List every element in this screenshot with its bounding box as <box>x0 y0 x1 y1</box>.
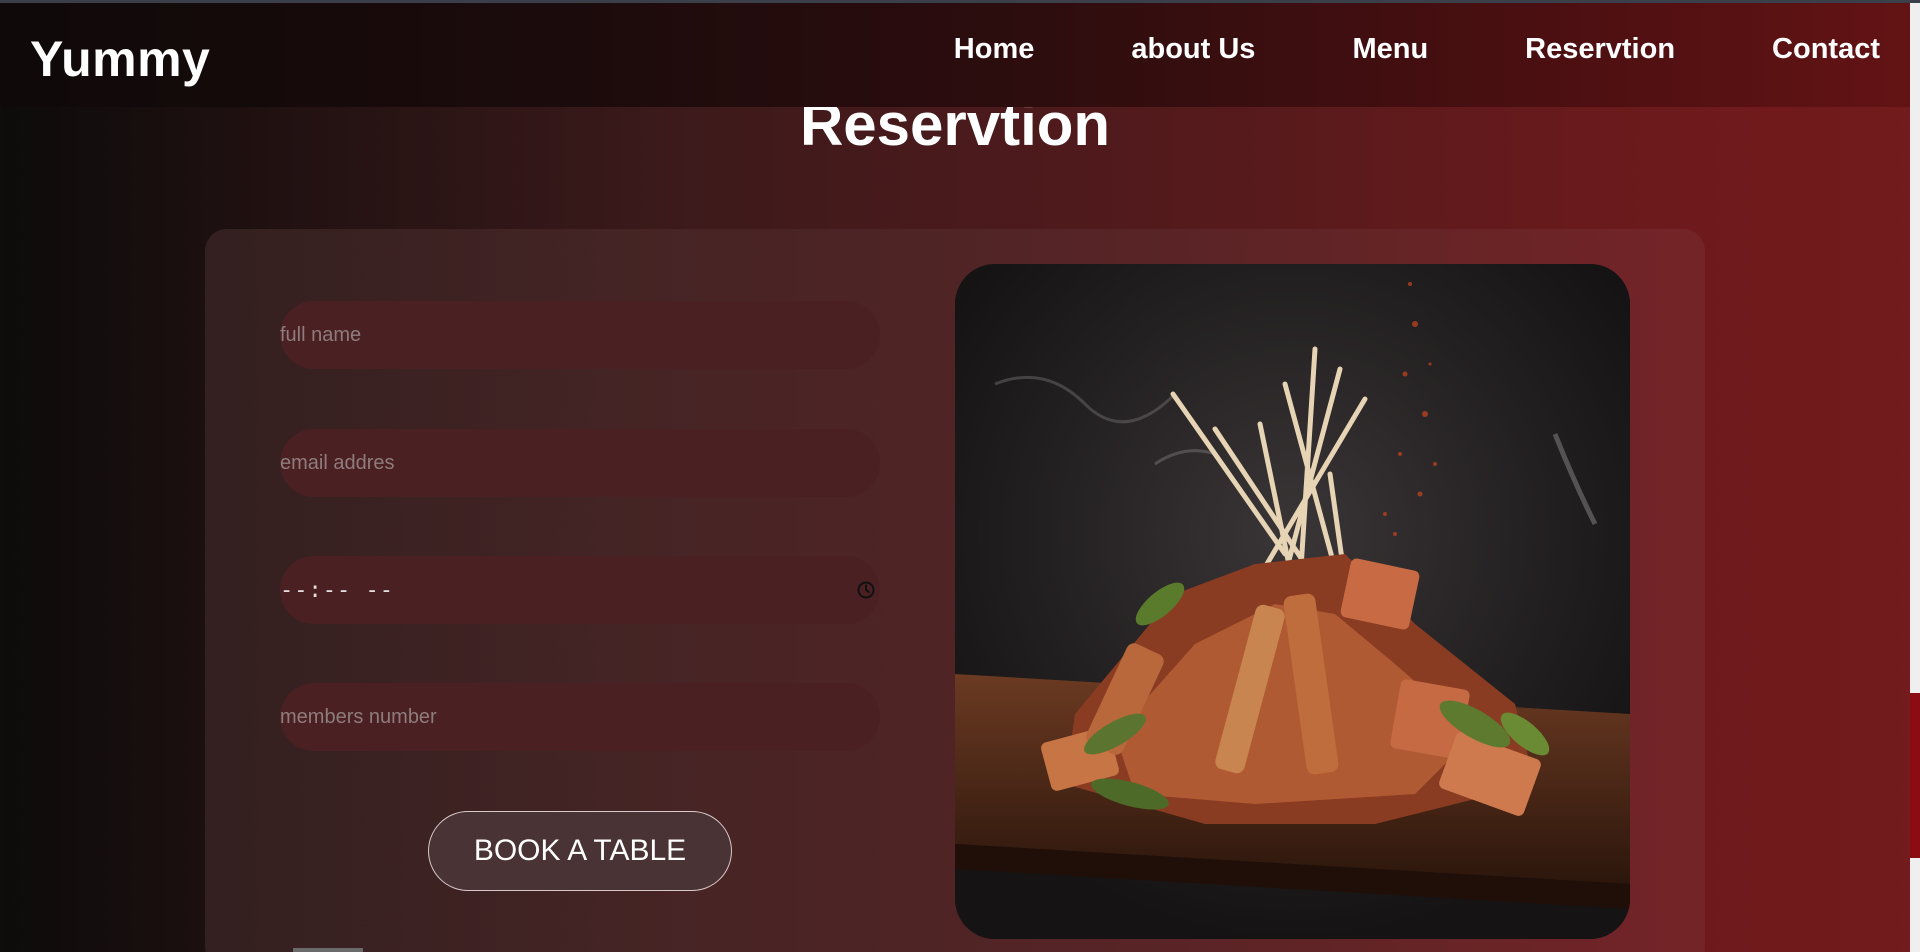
nav-reservation[interactable]: Reservtion <box>1525 33 1675 66</box>
navbar: Yummy Home about Us Menu Reservtion Cont… <box>0 3 1910 107</box>
full-name-input[interactable]: full name <box>280 301 880 369</box>
bottom-indicator <box>293 948 363 952</box>
nav-links: Home about Us Menu Reservtion Contact <box>954 33 1880 66</box>
time-value: --:-- -- <box>280 577 394 603</box>
nav-menu[interactable]: Menu <box>1352 33 1428 66</box>
food-skewers-illustration <box>955 264 1630 939</box>
members-number-input[interactable]: members number <box>280 683 880 751</box>
members-placeholder: members number <box>280 705 437 728</box>
email-placeholder: email addres <box>280 451 395 474</box>
page-scrollbar-thumb[interactable] <box>1910 693 1920 858</box>
nav-about-us[interactable]: about Us <box>1131 33 1255 66</box>
book-table-button[interactable]: BOOK A TABLE <box>428 811 732 891</box>
nav-contact[interactable]: Contact <box>1772 33 1880 66</box>
email-input[interactable]: email addres <box>280 429 880 497</box>
full-name-placeholder: full name <box>280 323 362 346</box>
brand-logo[interactable]: Yummy <box>30 30 210 88</box>
time-input[interactable]: --:-- -- <box>280 556 880 624</box>
nav-home[interactable]: Home <box>954 33 1035 66</box>
food-skewers-image <box>955 264 1630 939</box>
clock-icon[interactable] <box>856 580 876 600</box>
